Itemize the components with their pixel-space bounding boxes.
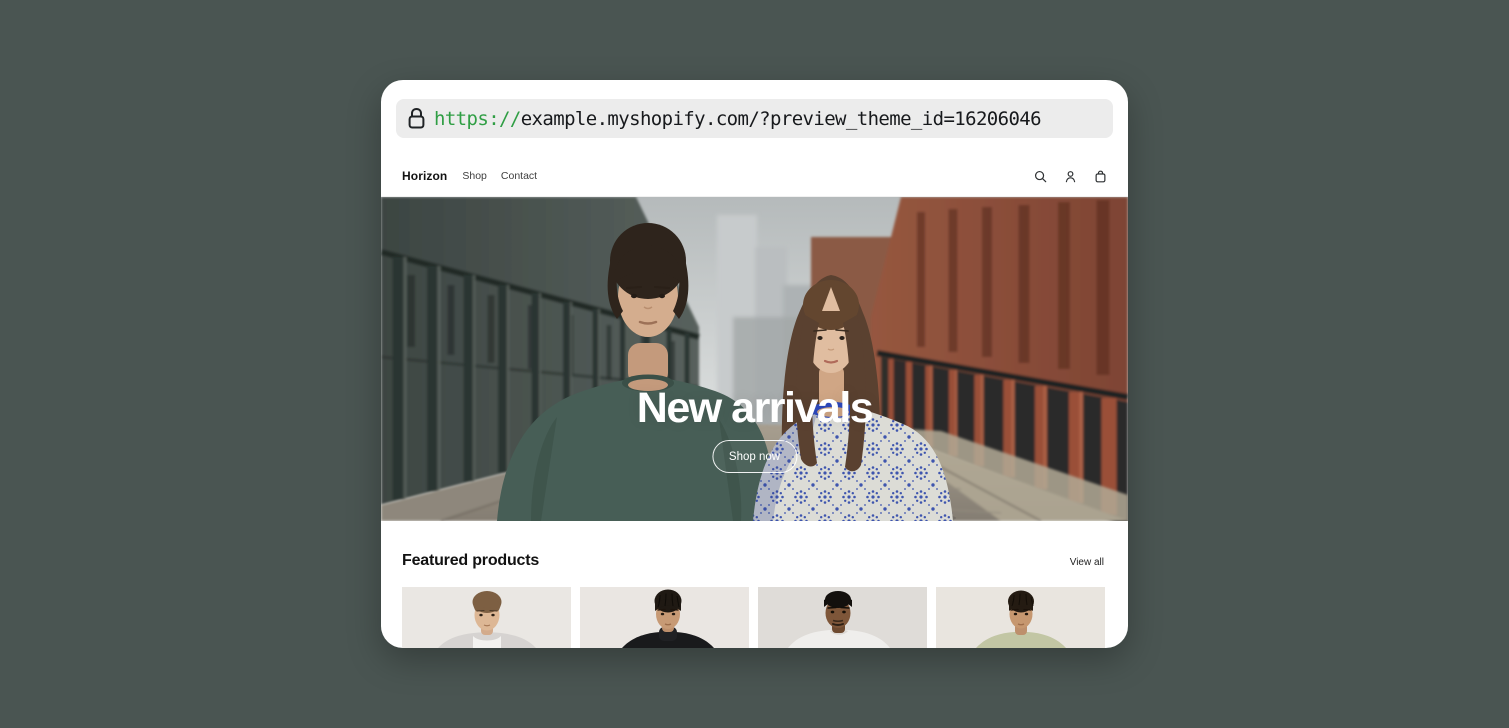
brand-logo[interactable]: Horizon <box>402 169 447 183</box>
url-scheme: https:// <box>434 108 521 130</box>
storefront-header: Horizon Shop Contact <box>381 156 1128 197</box>
featured-products-header: Featured products View all <box>402 552 1104 570</box>
product-photo-white-tshirt <box>758 587 927 648</box>
account-icon[interactable] <box>1064 170 1077 183</box>
product-card[interactable] <box>936 587 1105 648</box>
hero-banner: New arrivals Shop now <box>381 197 1128 521</box>
url-rest: example.myshopify.com/?preview_theme_id=… <box>521 108 1041 130</box>
shop-now-button[interactable]: Shop now <box>712 440 797 473</box>
featured-products-title: Featured products <box>402 552 539 570</box>
main-nav: Shop Contact <box>462 170 537 182</box>
nav-link-shop[interactable]: Shop <box>462 170 487 182</box>
desktop-background: { "browser": { "url_scheme": "https://",… <box>0 0 1509 728</box>
nav-link-contact[interactable]: Contact <box>501 170 537 182</box>
address-bar[interactable]: https://example.myshopify.com/?preview_t… <box>396 99 1113 138</box>
product-grid <box>402 587 1105 648</box>
view-all-link[interactable]: View all <box>1070 557 1104 568</box>
search-icon[interactable] <box>1034 170 1047 183</box>
url-text[interactable]: https://example.myshopify.com/?preview_t… <box>434 108 1041 130</box>
product-photo-gray-sweatshirt <box>402 587 571 648</box>
product-card[interactable] <box>758 587 927 648</box>
lock-icon <box>407 107 426 130</box>
product-photo-sage-top <box>936 587 1105 648</box>
browser-preview-window: https://example.myshopify.com/?preview_t… <box>381 80 1128 648</box>
cart-icon[interactable] <box>1094 170 1107 183</box>
product-card[interactable] <box>580 587 749 648</box>
hero-title: New arrivals <box>381 384 1128 433</box>
header-icons <box>1034 170 1107 183</box>
product-card[interactable] <box>402 587 571 648</box>
product-photo-black-turtleneck <box>580 587 749 648</box>
